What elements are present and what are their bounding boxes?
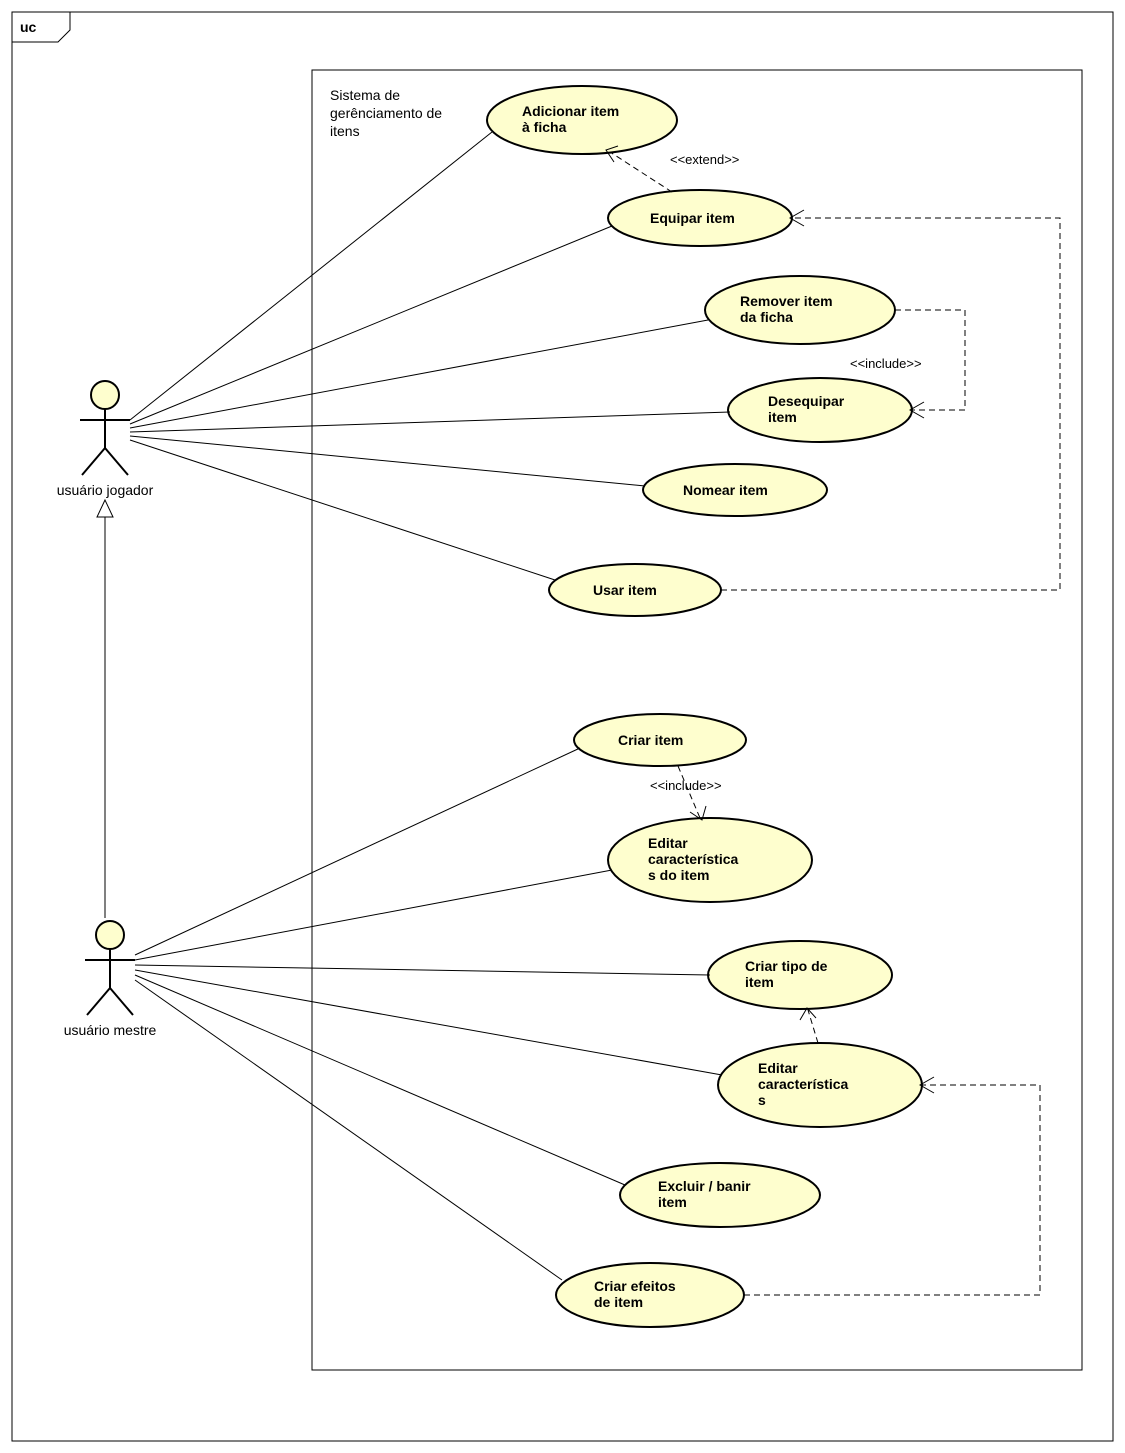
- uc-remove-item: Remover itemda ficha: [705, 276, 895, 344]
- svg-text:Usar item: Usar item: [593, 582, 657, 598]
- label-include-2: <<include>>: [650, 778, 722, 793]
- svg-text:usuário jogador: usuário jogador: [57, 482, 154, 498]
- uc-equip-item: Equipar item: [608, 190, 792, 246]
- svg-text:Nomear item: Nomear item: [683, 482, 768, 498]
- svg-text:Criar item: Criar item: [618, 732, 683, 748]
- uc-create-effects: Criar efeitosde item: [556, 1263, 744, 1327]
- uc-add-item: Adicionar itemà ficha: [487, 86, 677, 154]
- uc-create-item: Criar item: [574, 714, 746, 766]
- uc-unequip-item: Desequiparitem: [728, 378, 912, 442]
- uc-use-item: Usar item: [549, 564, 721, 616]
- svg-text:usuário mestre: usuário mestre: [64, 1022, 157, 1038]
- use-case-diagram: uc Sistema de gerênciamento de itens usu…: [0, 0, 1125, 1453]
- frame-label: uc: [20, 19, 37, 35]
- svg-text:Equipar item: Equipar item: [650, 210, 735, 226]
- label-include-1: <<include>>: [850, 356, 922, 371]
- label-extend: <<extend>>: [670, 152, 739, 167]
- uc-edit-char: Editarcaracterísticas: [718, 1043, 922, 1127]
- uc-create-item-type: Criar tipo deitem: [708, 941, 892, 1009]
- uc-name-item: Nomear item: [643, 464, 827, 516]
- frame-border: [12, 12, 1113, 1441]
- uc-edit-item-char: Editarcaracterísticas do item: [608, 818, 812, 902]
- uc-delete-ban: Excluir / baniritem: [620, 1163, 820, 1227]
